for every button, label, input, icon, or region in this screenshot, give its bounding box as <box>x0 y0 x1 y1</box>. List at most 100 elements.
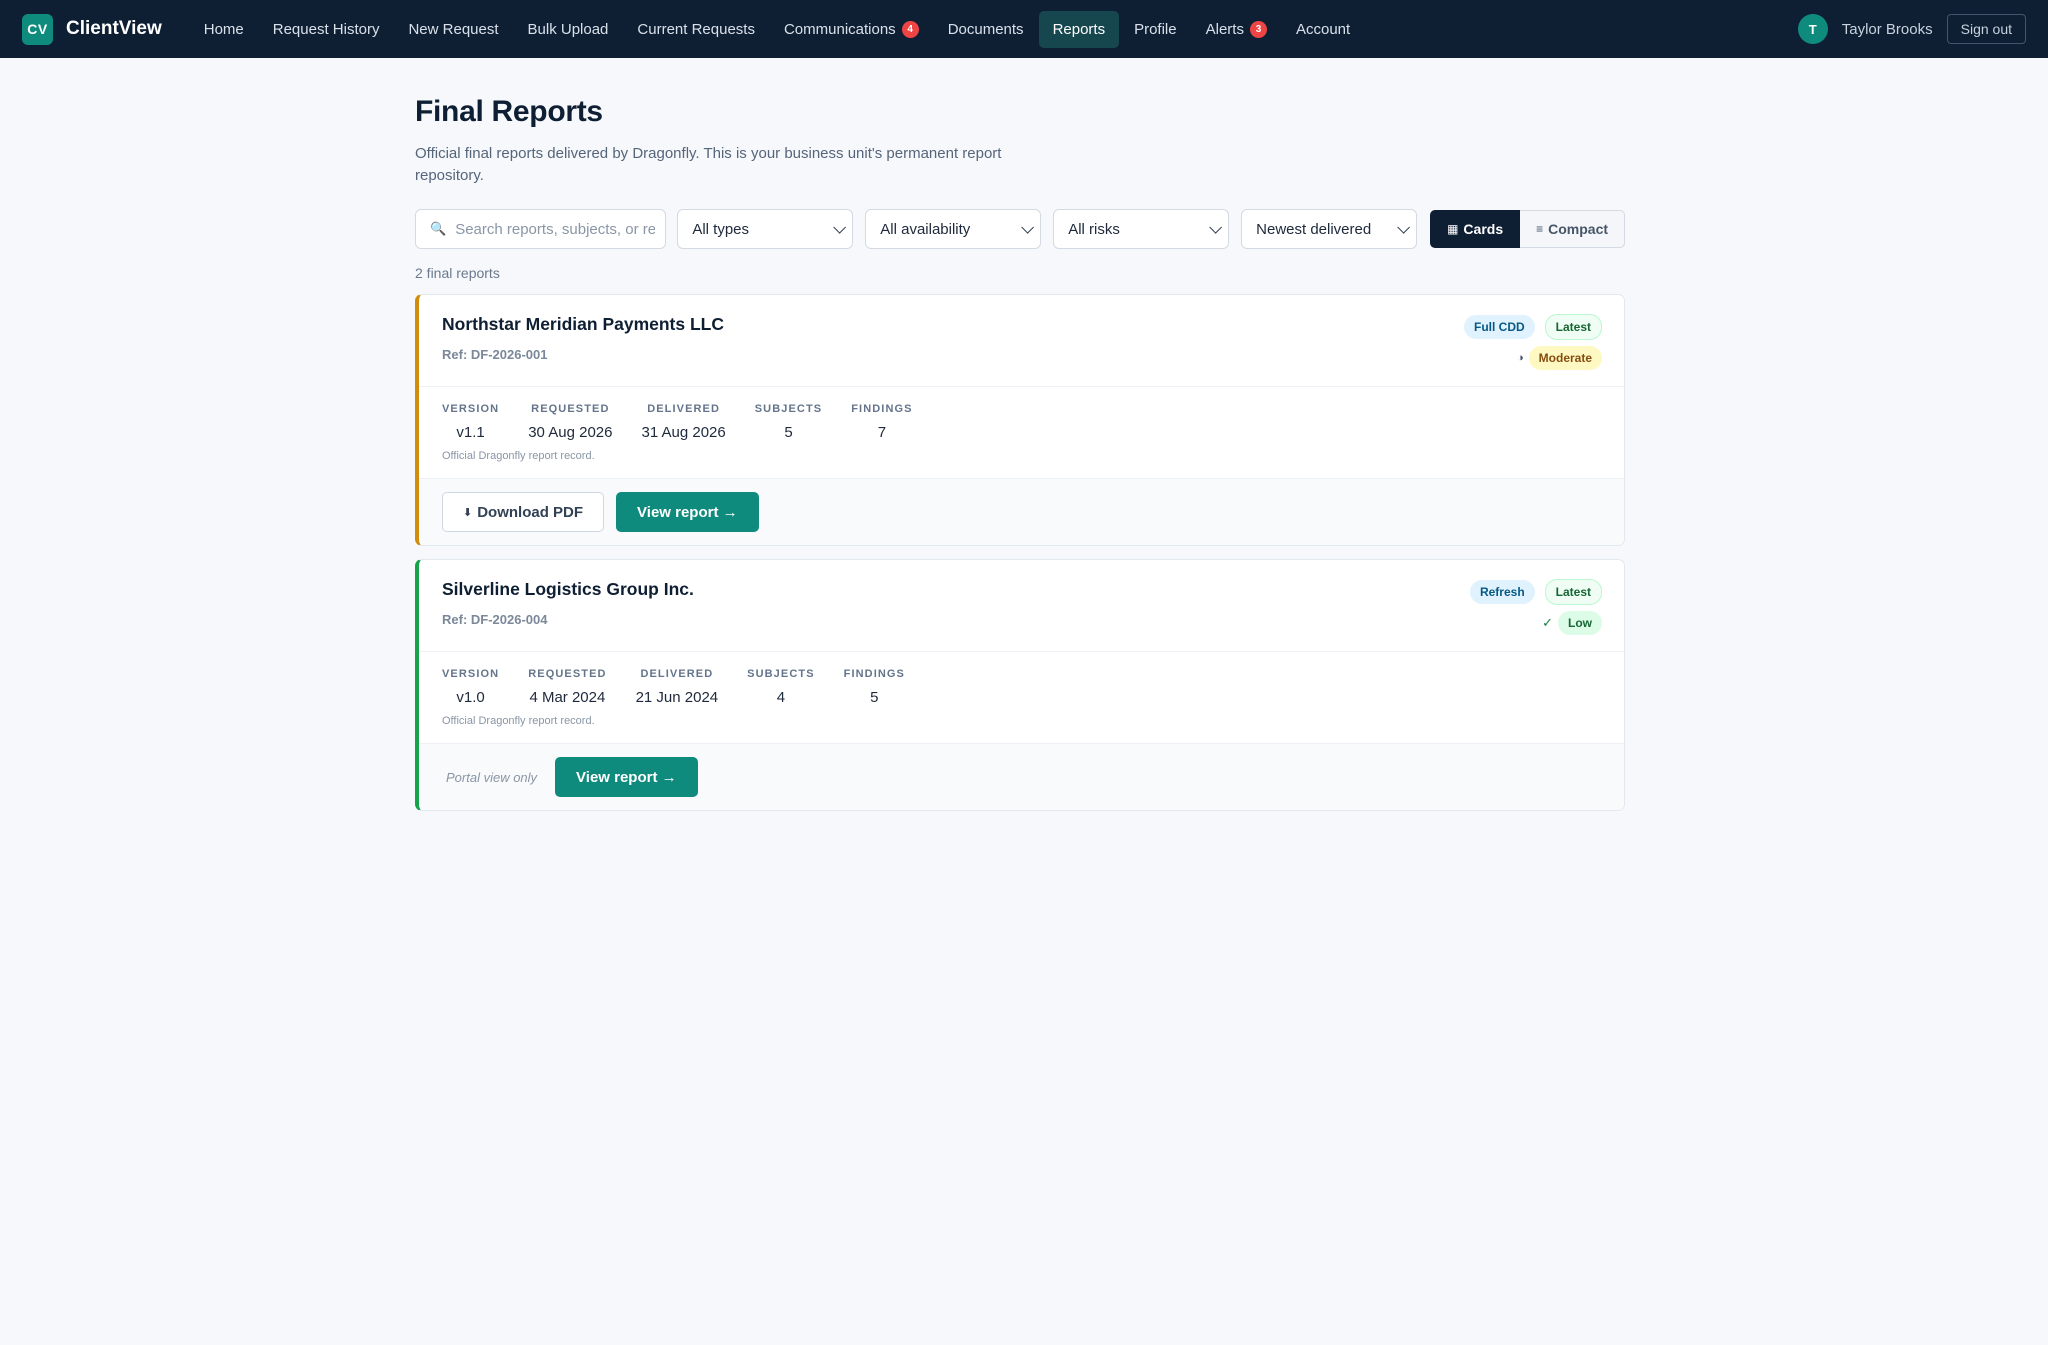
report-type-badge: Refresh <box>1469 580 1535 604</box>
nav-item-label: Reports <box>1052 20 1106 38</box>
stat-label: VERSION <box>442 403 500 415</box>
nav-item-label: Profile <box>1134 20 1177 38</box>
report-type-badge: Full CDD <box>1463 315 1535 339</box>
sort-select[interactable]: Newest delivered <box>1241 209 1418 249</box>
chevron-down-icon <box>1209 220 1223 234</box>
stat-delivered: DELIVERED 21 Jun 2024 <box>636 668 719 706</box>
stat-findings: FINDINGS 7 <box>851 403 912 441</box>
nav-item-bulk-upload[interactable]: Bulk Upload <box>514 11 623 48</box>
nav-item-new-request[interactable]: New Request <box>394 11 512 48</box>
stat-value: v1.0 <box>456 689 485 706</box>
page-title: Final Reports <box>415 95 603 128</box>
risk-filter-select[interactable]: All risks <box>1053 209 1230 249</box>
nav-item-current-requests[interactable]: Current Requests <box>623 11 769 48</box>
search-input[interactable] <box>455 220 656 238</box>
type-filter-value: All types <box>692 220 750 238</box>
sort-value: Newest delivered <box>1256 220 1372 238</box>
cards-view-button[interactable]: ▦ Cards <box>1430 210 1521 248</box>
compact-view-button[interactable]: ≡ Compact <box>1520 210 1626 248</box>
nav-item-label: Current Requests <box>637 20 755 38</box>
check-icon: ✓ <box>1542 615 1553 630</box>
stat-version: VERSION v1.0 <box>442 668 499 706</box>
nav-item-label: New Request <box>408 20 499 38</box>
nav-item-profile[interactable]: Profile <box>1120 11 1191 48</box>
nav-items: Home Request History New Request Bulk Up… <box>190 10 1365 48</box>
chevron-down-icon <box>1397 220 1411 234</box>
report-card: Silverline Logistics Group Inc. Ref: DF-… <box>415 559 1625 811</box>
report-stats: VERSION v1.1 REQUESTED 30 Aug 2026 DELIV… <box>442 403 1602 441</box>
alerts-count-badge: 3 <box>1249 20 1267 38</box>
stat-delivered: DELIVERED 31 Aug 2026 <box>641 403 725 441</box>
stat-label: DELIVERED <box>640 668 714 680</box>
latest-badge: Latest <box>1544 579 1602 605</box>
chevron-down-icon <box>1021 220 1035 234</box>
download-icon: ⬇ <box>463 506 473 519</box>
badges: Refresh Latest ✓ Low <box>1460 579 1602 651</box>
type-filter-select[interactable]: All types <box>677 209 854 249</box>
app-name: ClientView <box>66 18 162 39</box>
stat-label: DELIVERED <box>647 403 721 415</box>
card-header: Silverline Logistics Group Inc. Ref: DF-… <box>419 560 1624 652</box>
card-header: Northstar Meridian Payments LLC Ref: DF-… <box>419 295 1624 387</box>
record-note: Official Dragonfly report record. <box>442 715 595 727</box>
stat-value: 4 <box>776 689 786 706</box>
stat-value: 30 Aug 2026 <box>528 424 613 441</box>
availability-filter-value: All availability <box>880 220 971 238</box>
card-actions: Portal view only View report → <box>419 743 1624 810</box>
nav-item-label: Request History <box>272 20 380 38</box>
nav-item-label: Documents <box>947 20 1024 38</box>
app-logo: CV <box>22 13 53 45</box>
nav-item-request-history[interactable]: Request History <box>259 11 394 48</box>
sign-out-button[interactable]: Sign out <box>1946 14 2026 44</box>
chevron-down-icon <box>833 220 847 234</box>
stat-value: 31 Aug 2026 <box>641 424 726 441</box>
list-icon: ≡ <box>1536 222 1544 236</box>
stat-value: 5 <box>784 424 793 441</box>
stat-label: VERSION <box>442 668 500 680</box>
top-nav: CV ClientView Home Request History New R… <box>0 0 2048 58</box>
risk-badge: Low <box>1558 611 1602 635</box>
search-box[interactable]: 🔍 <box>415 209 667 249</box>
nav-item-label: Account <box>1295 20 1351 38</box>
avatar[interactable]: T <box>1797 14 1828 44</box>
download-label: Download PDF <box>477 503 584 521</box>
stat-value: 7 <box>877 424 887 441</box>
stat-label: FINDINGS <box>843 668 905 680</box>
download-pdf-button[interactable]: ⬇ Download PDF <box>442 492 605 532</box>
nav-item-home[interactable]: Home <box>190 11 258 48</box>
nav-item-reports[interactable]: Reports <box>1038 10 1120 48</box>
nav-item-label: Home <box>203 20 244 38</box>
stat-value: v1.1 <box>456 424 485 441</box>
nav-item-alerts[interactable]: Alerts 3 <box>1192 11 1281 48</box>
main-content: Final Reports Official final reports del… <box>415 58 1626 811</box>
nav-item-label: Alerts <box>1205 20 1244 38</box>
nav-item-documents[interactable]: Documents <box>934 11 1038 48</box>
report-title[interactable]: Silverline Logistics Group Inc. <box>442 579 694 600</box>
stat-label: SUBJECTS <box>747 668 815 680</box>
stat-subjects: SUBJECTS 5 <box>755 403 822 441</box>
card-body: VERSION v1.0 REQUESTED 4 Mar 2024 DELIVE… <box>419 652 1624 743</box>
report-title[interactable]: Northstar Meridian Payments LLC <box>442 314 724 335</box>
nav-item-communications[interactable]: Communications 4 <box>770 11 933 48</box>
card-actions: ⬇ Download PDF View report → <box>419 478 1624 545</box>
view-report-button[interactable]: View report → <box>555 757 698 797</box>
filter-bar: 🔍 All types All availability All risks N… <box>415 209 1626 249</box>
risk-badge: Moderate <box>1528 346 1602 370</box>
view-report-button[interactable]: View report → <box>616 492 759 532</box>
report-ref: Ref: DF-2026-004 <box>442 612 548 627</box>
risk-filter-value: All risks <box>1068 220 1120 238</box>
stat-label: REQUESTED <box>528 668 607 680</box>
stat-value: 4 Mar 2024 <box>529 689 606 706</box>
stat-label: FINDINGS <box>851 403 913 415</box>
communications-count-badge: 4 <box>901 20 919 38</box>
stat-findings: FINDINGS 5 <box>844 668 905 706</box>
result-count: 2 final reports <box>415 265 500 281</box>
latest-badge: Latest <box>1544 314 1602 340</box>
report-ref: Ref: DF-2026-001 <box>442 347 548 362</box>
nav-item-account[interactable]: Account <box>1282 11 1364 48</box>
grid-icon: ▦ <box>1447 222 1459 236</box>
page-subtitle: Official final reports delivered by Drag… <box>415 145 1002 184</box>
availability-filter-select[interactable]: All availability <box>865 209 1042 249</box>
badges: Full CDD Latest ◑ Moderate <box>1454 314 1602 386</box>
brand[interactable]: CV ClientView <box>22 13 162 45</box>
